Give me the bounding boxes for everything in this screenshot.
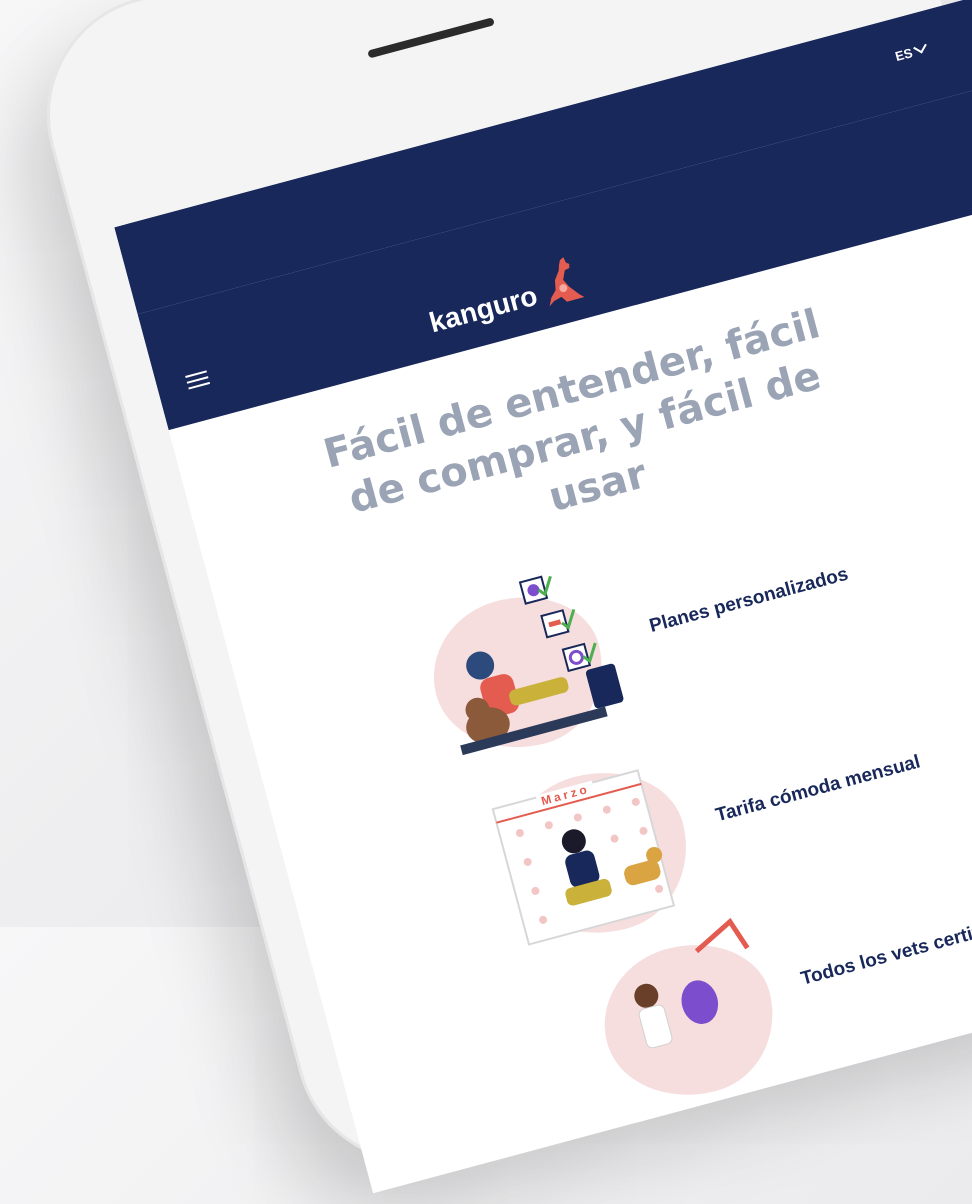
logo[interactable]: kanguro [422,254,585,339]
logo-text: kanguro [425,279,541,339]
feature-label: Planes personalizados [647,563,851,637]
vet-illustration [563,904,800,1120]
app-screen: ES kanguro Fácil de entender, fácil de c… [114,0,972,1194]
feature-label: Tarifa cómoda mensual [713,751,923,827]
kangaroo-icon [550,257,585,307]
phone-mockup: ES kanguro Fácil de entender, fácil de c… [20,0,972,1194]
hamburger-menu-icon[interactable] [184,366,211,393]
checklist-illustration [412,551,649,768]
chevron-down-icon [913,39,927,54]
phone-speaker [367,17,495,59]
language-selector[interactable]: ES [893,39,927,65]
language-label: ES [893,45,915,65]
feature-label: Todos los vets certificados [798,906,972,990]
